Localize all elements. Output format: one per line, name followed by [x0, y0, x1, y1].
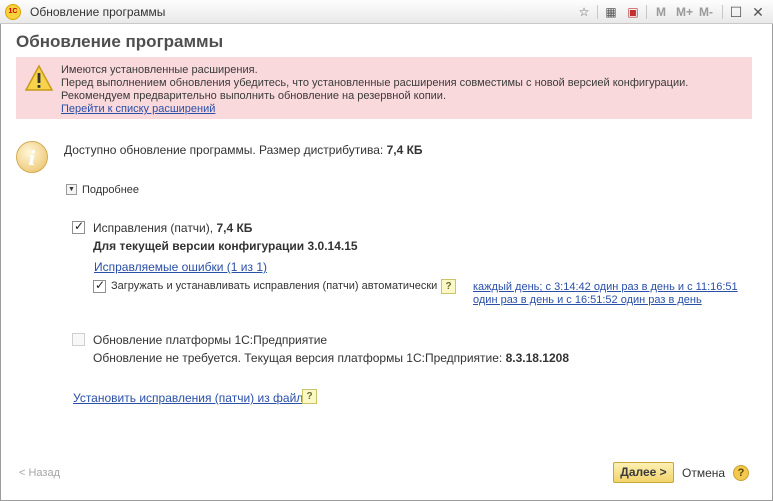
info-icon: i [16, 141, 48, 173]
calendar-icon[interactable]: ▣ [624, 3, 642, 21]
auto-install-checkbox[interactable] [93, 278, 106, 293]
toolbar-divider [646, 5, 647, 19]
app-logo-icon[interactable]: 1С [5, 4, 21, 20]
memory-button[interactable]: M [656, 3, 666, 21]
back-button[interactable]: < Назад [19, 467, 60, 479]
memory-subtract-button[interactable]: M- [699, 3, 713, 21]
warning-line: Перед выполнением обновления убедитесь, … [61, 77, 689, 89]
install-from-file-help-icon[interactable]: ? [302, 389, 317, 404]
schedule-link-line1[interactable]: каждый день; с 3:14:42 один раз в день и… [473, 281, 738, 293]
extensions-list-link[interactable]: Перейти к списку расширений [61, 103, 688, 116]
auto-install-label: Загружать и устанавливать исправления (п… [111, 280, 438, 292]
favorite-star-icon[interactable]: ☆ [575, 3, 593, 21]
toolbar-divider [722, 5, 723, 19]
warning-text: Имеются установленные расширения. Перед … [61, 64, 688, 116]
patches-label-row: Исправления (патчи), 7,4 КБ [93, 221, 252, 235]
memory-add-button[interactable]: M+ [676, 3, 693, 21]
schedule-link-line2[interactable]: один раз в день и с 16:51:52 один раз в … [473, 294, 702, 306]
warning-banner: Имеются установленные расширения. Перед … [16, 57, 752, 119]
help-icon[interactable]: ? [733, 465, 749, 481]
config-version-text: Для текущей версии конфигурации 3.0.14.1… [93, 239, 358, 253]
distribution-size: 7,4 КБ [386, 143, 423, 157]
details-label[interactable]: Подробнее [82, 184, 139, 196]
warning-icon [24, 64, 54, 91]
warning-line: Рекомендуем предварительно выполнить обн… [61, 90, 447, 102]
cancel-button[interactable]: Отмена [682, 466, 725, 480]
available-update-text: Доступно обновление программы. Размер ди… [64, 143, 423, 157]
details-toggle-icon[interactable]: ▼ [66, 184, 77, 195]
available-update-label: Доступно обновление программы. Размер ди… [64, 143, 384, 157]
platform-status-row: Обновление не требуется. Текущая версия … [93, 351, 569, 365]
title-bar: 1С Обновление программы ☆ ▦ ▣ M M+ M- ☐ … [0, 0, 773, 24]
info-icon-letter: i [28, 146, 36, 170]
platform-update-label: Обновление платформы 1С:Предприятие [93, 333, 328, 347]
warning-line: Имеются установленные расширения. [61, 64, 258, 76]
auto-install-help-icon[interactable]: ? [441, 279, 456, 294]
patches-size: 7,4 КБ [216, 221, 253, 235]
calculator-icon[interactable]: ▦ [602, 3, 620, 21]
window-title: Обновление программы [30, 5, 166, 19]
platform-version: 8.3.18.1208 [505, 351, 570, 365]
platform-status-text: Обновление не требуется. Текущая версия … [93, 351, 503, 365]
install-from-file-link[interactable]: Установить исправления (патчи) из файла [73, 391, 310, 405]
fixed-errors-link[interactable]: Исправляемые ошибки (1 из 1) [94, 260, 267, 274]
platform-update-checkbox[interactable] [72, 333, 85, 346]
next-button[interactable]: Далее > [613, 462, 674, 483]
patches-label: Исправления (патчи), [93, 221, 214, 235]
toolbar-divider [597, 5, 598, 19]
maximize-icon[interactable]: ☐ [727, 3, 745, 21]
page-title: Обновление программы [16, 32, 224, 51]
patches-checkbox[interactable] [72, 219, 85, 234]
close-icon[interactable]: ✕ [749, 3, 767, 21]
